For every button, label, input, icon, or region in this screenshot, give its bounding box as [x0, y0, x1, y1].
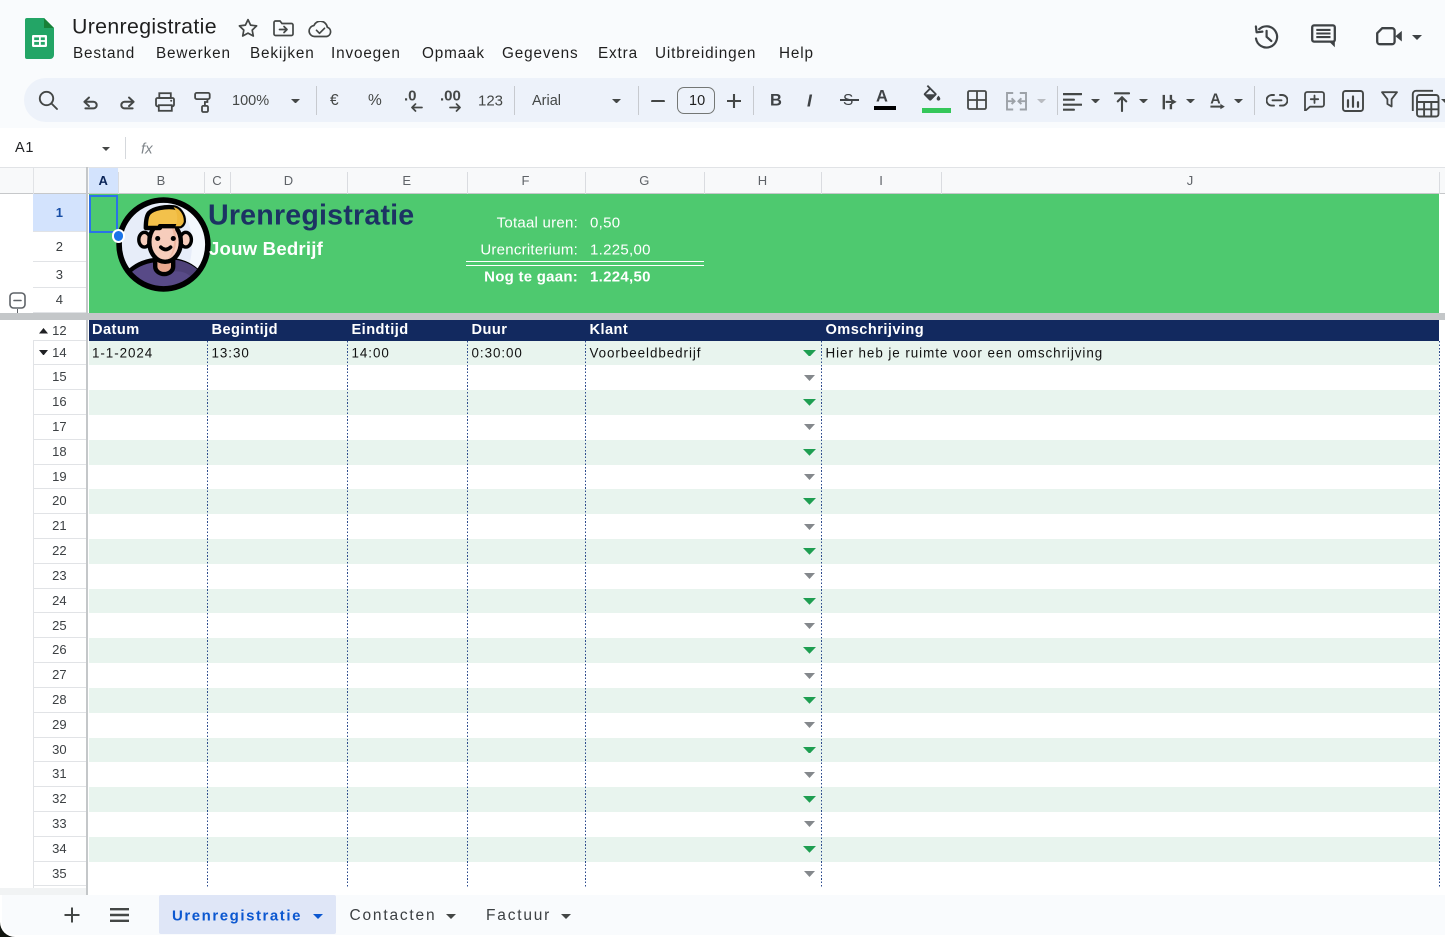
svg-text:A: A — [1210, 92, 1221, 108]
